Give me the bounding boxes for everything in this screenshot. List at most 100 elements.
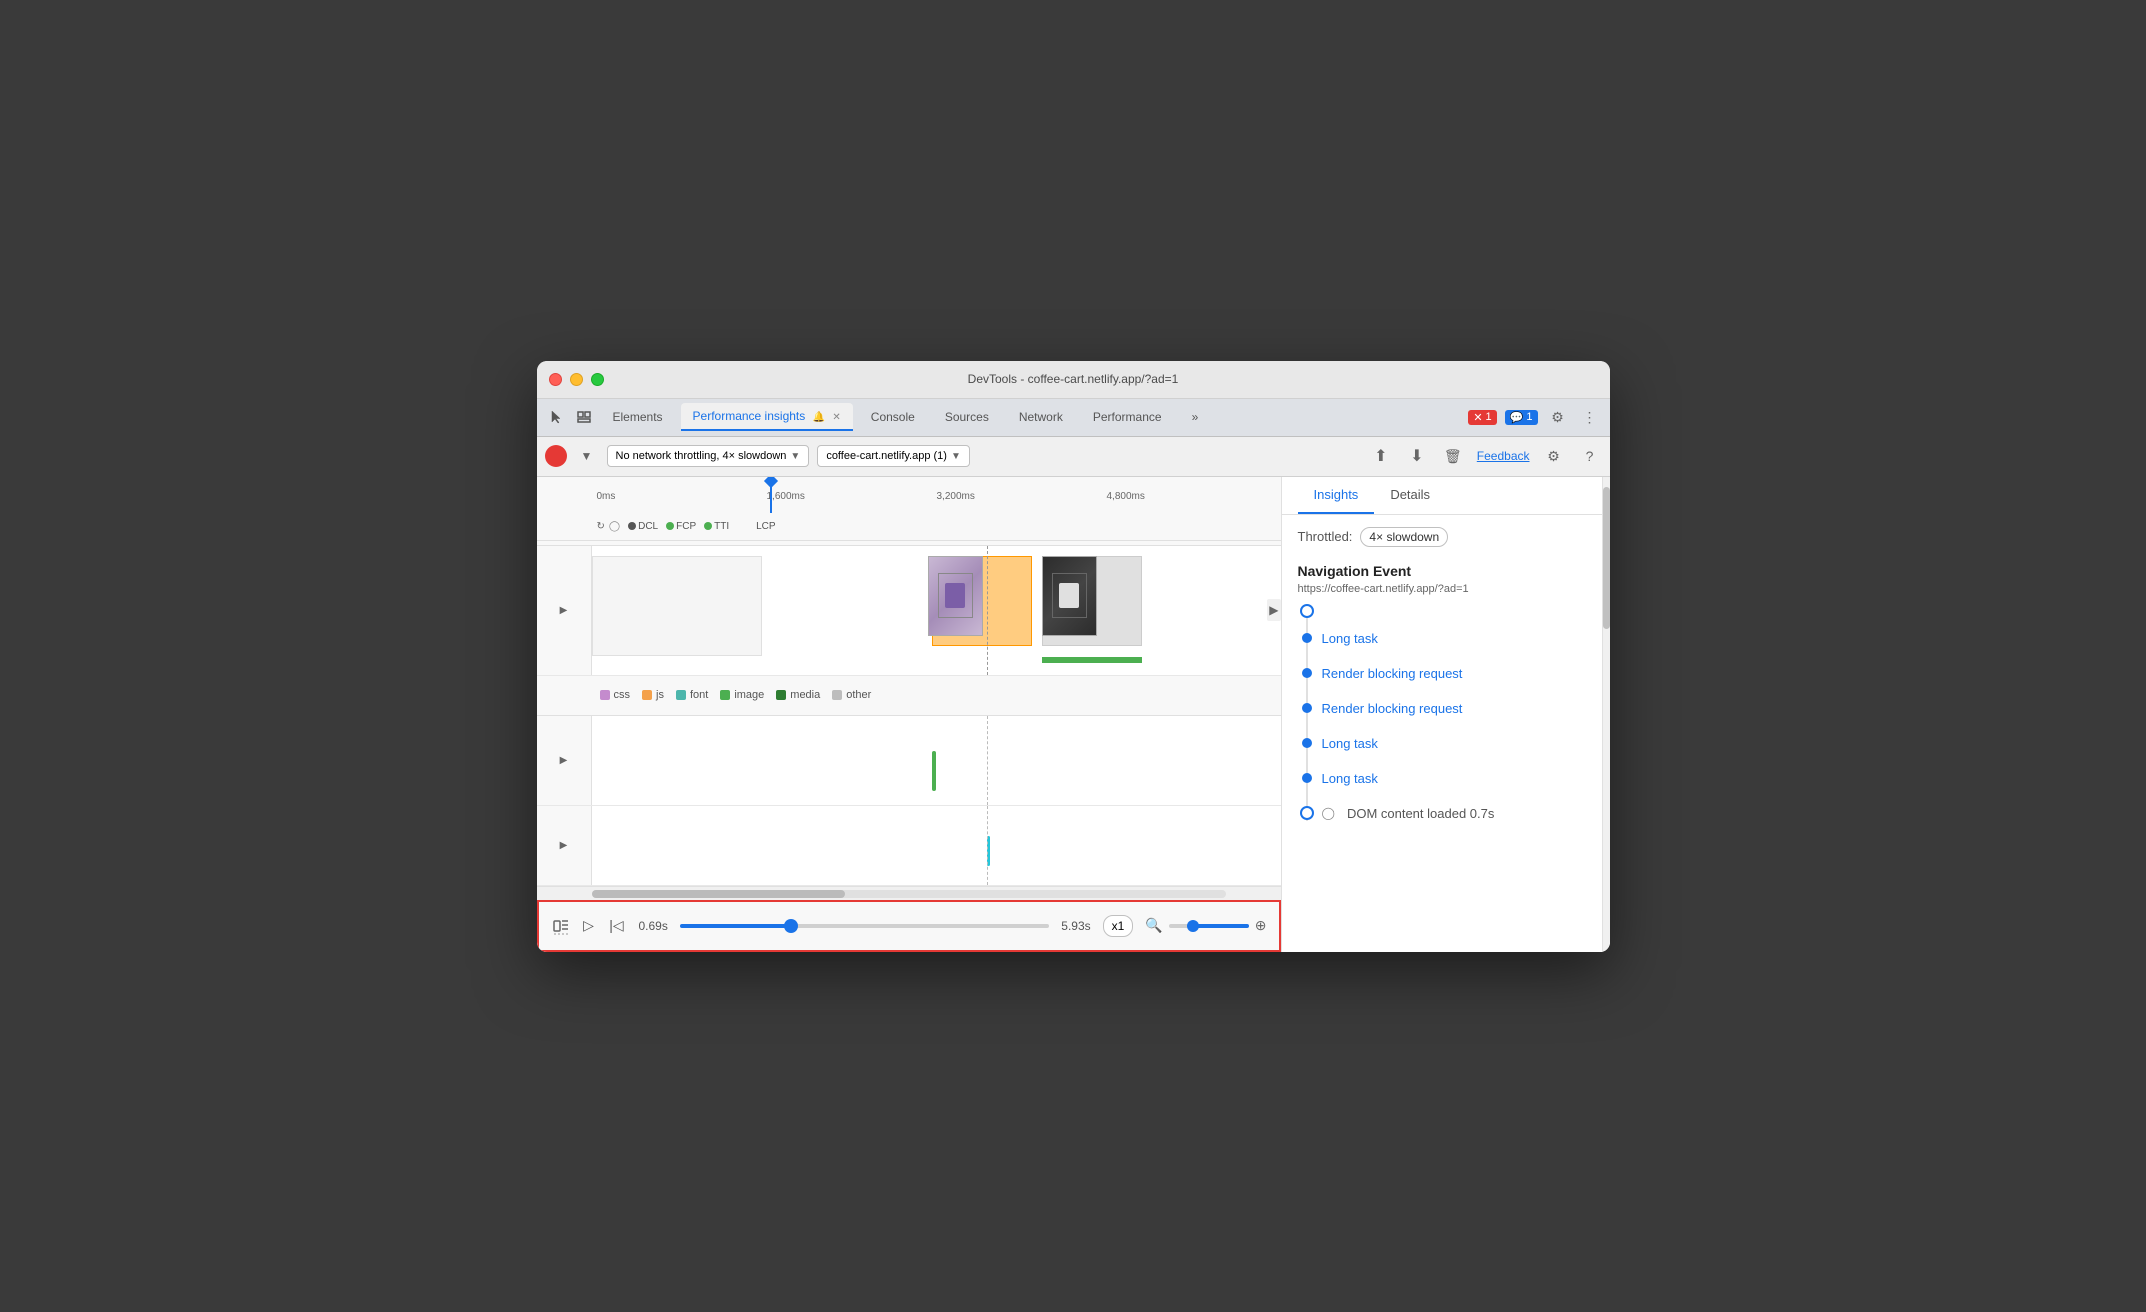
help-icon[interactable]: ? (1578, 444, 1602, 468)
play-button[interactable]: ▷ (579, 916, 599, 936)
insights-panel: Insights Details Throttled: 4× slowdown … (1282, 477, 1602, 952)
tab-more[interactable]: » (1180, 404, 1211, 430)
slider-thumb[interactable] (784, 919, 798, 933)
timeline-scrollbar[interactable] (537, 886, 1281, 900)
tab-details[interactable]: Details (1374, 477, 1446, 514)
network-row-1-label[interactable]: ▶ (537, 716, 592, 805)
legend-other: other (832, 689, 871, 701)
target-dropdown-arrow-icon: ▼ (951, 451, 961, 462)
settings-gear-icon[interactable]: ⚙ (1542, 444, 1566, 468)
settings-icon[interactable]: ⚙ (1546, 405, 1570, 429)
network-2-marker-line (987, 806, 988, 885)
elements-icon[interactable] (573, 406, 595, 428)
timeline-rows-container: ▶ (537, 546, 1281, 886)
speed-button[interactable]: x1 (1103, 915, 1134, 937)
zoom-in-icon[interactable]: ⊕ (1255, 917, 1267, 934)
time-cursor[interactable] (770, 481, 772, 513)
media-dot (776, 690, 786, 700)
zoom-out-icon[interactable]: 🔍 (1145, 917, 1162, 934)
expand-icon[interactable]: ▶ (560, 605, 568, 616)
screenshot-toggle-icon[interactable] (551, 916, 571, 936)
network-row-2-label[interactable]: ▶ (537, 806, 592, 885)
tab-bar-right: ✕1 💬1 ⚙ ⋮ (1468, 405, 1601, 429)
dcl-label: DCL (638, 521, 658, 532)
nav-event-url: https://coffee-cart.netlify.app/?ad=1 (1298, 583, 1586, 595)
screenshots-label[interactable]: ▶ (537, 546, 592, 675)
zoom-thumb[interactable] (1187, 920, 1199, 932)
scrollbar-thumb[interactable] (592, 890, 846, 898)
network-row-1: ▶ (537, 716, 1281, 806)
legend-css: css (600, 689, 631, 701)
more-options-icon[interactable]: ⋮ (1578, 405, 1602, 429)
js-dot (642, 690, 652, 700)
expand-network-1-icon[interactable]: ▶ (560, 755, 568, 766)
tab-elements[interactable]: Elements (601, 404, 675, 430)
tab-performance[interactable]: Performance (1081, 404, 1174, 430)
image-label: image (734, 689, 764, 701)
fcp-label: FCP (676, 521, 696, 532)
tab-bar-left: Elements Performance insights 🔔 ✕ Consol… (545, 403, 1211, 431)
window-title: DevTools - coffee-cart.netlify.app/?ad=1 (968, 372, 1179, 386)
minimize-button[interactable] (570, 373, 583, 386)
render-blocking-2-link[interactable]: Render blocking request (1322, 701, 1463, 716)
js-label: js (656, 689, 664, 701)
tab-sources[interactable]: Sources (933, 404, 1001, 430)
insights-content: Throttled: 4× slowdown Navigation Event … (1282, 515, 1602, 952)
start-time-display: 0.69s (639, 919, 668, 933)
event-long-task-2: Long task (1322, 736, 1586, 751)
event-dot-5 (1302, 773, 1312, 783)
legend-media: media (776, 689, 820, 701)
tab-insights[interactable]: Insights (1298, 477, 1375, 514)
right-scrollbar[interactable] (1602, 477, 1610, 952)
error-badge[interactable]: ✕1 (1468, 410, 1496, 425)
tab-network[interactable]: Network (1007, 404, 1075, 430)
maximize-button[interactable] (591, 373, 604, 386)
expand-right-icon[interactable]: ▶ (1267, 599, 1280, 621)
zoom-slider[interactable] (1169, 924, 1249, 928)
feedback-link[interactable]: Feedback (1477, 449, 1530, 463)
time-1600ms: 1,600ms (767, 491, 805, 502)
dom-content-dot (1300, 806, 1314, 820)
traffic-lights (549, 373, 604, 386)
play-controls: ▷ |◁ (551, 916, 627, 936)
record-button[interactable] (545, 445, 567, 467)
cursor-icon[interactable] (545, 406, 567, 428)
close-button[interactable] (549, 373, 562, 386)
long-task-3-link[interactable]: Long task (1322, 771, 1378, 786)
network-bar-green (932, 751, 936, 791)
dropdown-arrow-icon: ▼ (790, 451, 800, 462)
playback-slider[interactable] (680, 924, 1049, 928)
long-task-2-link[interactable]: Long task (1322, 736, 1378, 751)
record-dropdown-icon[interactable]: ▼ (575, 444, 599, 468)
css-dot (600, 690, 610, 700)
tab-performance-insights[interactable]: Performance insights 🔔 ✕ (681, 403, 853, 431)
right-scrollbar-thumb[interactable] (1603, 487, 1610, 630)
delete-icon[interactable]: 🗑 (1441, 444, 1465, 468)
end-time-display: 5.93s (1061, 919, 1090, 933)
time-marker-line (987, 546, 988, 675)
download-icon[interactable]: ⬇ (1405, 444, 1429, 468)
tab-close-icon[interactable]: ✕ (832, 412, 840, 423)
tab-console[interactable]: Console (859, 404, 927, 430)
main-content: 0ms 1,600ms 3,200ms 4,800ms ↻ ◯ DCL FCP (537, 477, 1610, 952)
dcl-marker (628, 522, 636, 530)
media-label: media (790, 689, 820, 701)
long-task-1-link[interactable]: Long task (1322, 631, 1378, 646)
expand-network-2-icon[interactable]: ▶ (560, 840, 568, 851)
time-ruler: 0ms 1,600ms 3,200ms 4,800ms (537, 481, 1281, 513)
event-long-task-3: Long task (1322, 771, 1586, 786)
upload-icon[interactable]: ⬆ (1369, 444, 1393, 468)
network-1-marker-line (987, 716, 988, 805)
target-dropdown[interactable]: coffee-cart.netlify.app (1) ▼ (817, 445, 970, 467)
message-badge[interactable]: 💬1 (1505, 410, 1538, 425)
throttled-row: Throttled: 4× slowdown (1298, 527, 1586, 547)
network-throttle-dropdown[interactable]: No network throttling, 4× slowdown ▼ (607, 445, 810, 467)
event-dot-1 (1302, 633, 1312, 643)
nav-dot (1300, 604, 1314, 618)
network-row-2: ▶ (537, 806, 1281, 886)
scrollbar-track (592, 890, 1226, 898)
zoom-controls: 🔍 ⊕ (1145, 917, 1266, 934)
screenshot-2 (1042, 556, 1097, 636)
render-blocking-1-link[interactable]: Render blocking request (1322, 666, 1463, 681)
step-back-button[interactable]: |◁ (607, 916, 627, 936)
